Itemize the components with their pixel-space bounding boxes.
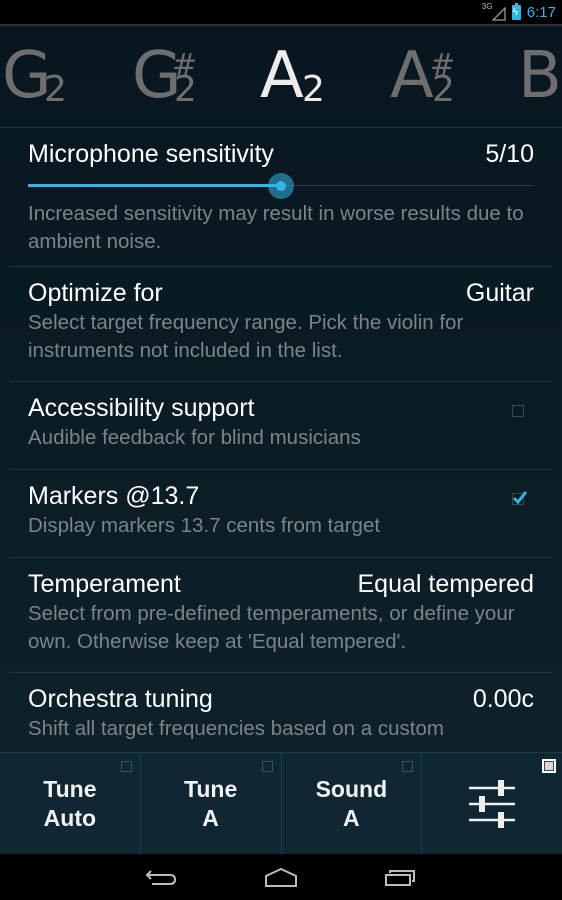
recents-icon — [385, 870, 415, 886]
label-line1: Sound — [315, 776, 388, 802]
label-line2: A — [202, 805, 219, 831]
back-button[interactable] — [142, 864, 182, 890]
signal-icon: 3G — [482, 2, 506, 21]
pref-value: 5/10 — [485, 140, 534, 168]
note-octave: 2 — [302, 69, 325, 110]
button-label: Tune Auto — [43, 775, 96, 833]
note-octave: 2 — [44, 69, 67, 110]
mode-indicator — [261, 761, 273, 772]
note-g2: G2 — [2, 44, 67, 110]
pref-accessibility-support[interactable]: Accessibility support Audible feedback f… — [10, 382, 552, 470]
system-nav-bar — [0, 854, 562, 900]
sound-a-button[interactable]: Sound A — [282, 753, 423, 854]
active-indicator — [542, 759, 556, 773]
note-g-sharp-2: G #2 — [132, 44, 197, 110]
battery-icon: ϟ — [511, 2, 521, 20]
label-line2: A — [343, 805, 360, 831]
button-label: Tune A — [184, 775, 237, 833]
mode-indicator — [120, 761, 132, 772]
pref-value: 0.00c — [472, 685, 534, 713]
slider-thumb[interactable] — [268, 173, 294, 199]
recents-button[interactable] — [380, 864, 420, 890]
pref-summary: Display markers 13.7 cents from target — [28, 514, 381, 537]
note-b: B — [518, 44, 562, 108]
pref-summary: Shift all target frequencies based on a … — [28, 717, 444, 740]
note-a-sharp-2: A #2 — [390, 44, 455, 110]
pref-summary: Select from pre-defined temperaments, or… — [28, 602, 515, 653]
settings-list: Microphone sensitivity 5/10 Increased se… — [0, 128, 562, 763]
tuner-app: G2 G #2 A2 A #2 B Microphone sensitivity 5… — [0, 24, 562, 854]
mode-indicator — [402, 761, 414, 772]
bottom-toolbar: Tune Auto Tune A Sound A — [0, 752, 562, 854]
note-letter: B — [518, 39, 562, 113]
pref-title: Optimize for — [28, 279, 163, 307]
pref-summary: Select target frequency range. Pick the … — [28, 311, 464, 362]
pref-title: Markers @13.7 — [28, 482, 200, 510]
note-octave: 2 — [432, 69, 455, 110]
checkmark-icon — [512, 491, 528, 505]
note-letter: A — [390, 39, 434, 113]
button-label: Sound A — [316, 775, 388, 833]
pref-summary: Audible feedback for blind musicians — [28, 426, 361, 449]
note-a2-current: A2 — [260, 44, 325, 110]
clock: 6:17 — [526, 3, 556, 21]
accessibility-checkbox[interactable] — [512, 405, 524, 417]
note-strip[interactable]: G2 G #2 A2 A #2 B — [0, 26, 562, 128]
pref-value: Equal tempered — [357, 570, 534, 598]
note-letter: G — [2, 39, 52, 113]
pref-orchestra-tuning[interactable]: Orchestra tuning 0.00c Shift all target … — [10, 673, 552, 763]
pref-title: Orchestra tuning — [28, 685, 213, 713]
pref-microphone-sensitivity[interactable]: Microphone sensitivity 5/10 Increased se… — [10, 128, 552, 267]
back-icon — [145, 870, 177, 885]
markers-checkbox[interactable] — [512, 491, 528, 505]
pref-optimize-for[interactable]: Optimize for Guitar Select target freque… — [10, 267, 552, 382]
home-icon — [265, 867, 297, 887]
tune-auto-button[interactable]: Tune Auto — [0, 753, 141, 854]
pref-summary: Increased sensitivity may result in wors… — [28, 202, 524, 253]
label-line1: Tune — [184, 776, 238, 802]
sensitivity-slider[interactable] — [28, 172, 534, 200]
home-button[interactable] — [262, 864, 302, 890]
pref-title: Accessibility support — [28, 394, 255, 422]
note-octave: 2 — [174, 69, 197, 110]
settings-button[interactable] — [422, 753, 562, 854]
pref-markers[interactable]: Markers @13.7 Display markers 13.7 cents… — [10, 470, 552, 558]
label-line2: Auto — [43, 805, 97, 831]
label-line1: Tune — [43, 776, 97, 802]
slider-fill — [28, 184, 281, 187]
pref-temperament[interactable]: Temperament Equal tempered Select from p… — [10, 558, 552, 673]
sliders-icon — [469, 780, 516, 828]
status-bar: 3G ϟ 6:17 — [0, 0, 562, 24]
note-letter: A — [260, 39, 304, 113]
tune-a-button[interactable]: Tune A — [141, 753, 282, 854]
pref-title: Microphone sensitivity — [28, 140, 274, 168]
pref-value: Guitar — [465, 279, 534, 307]
